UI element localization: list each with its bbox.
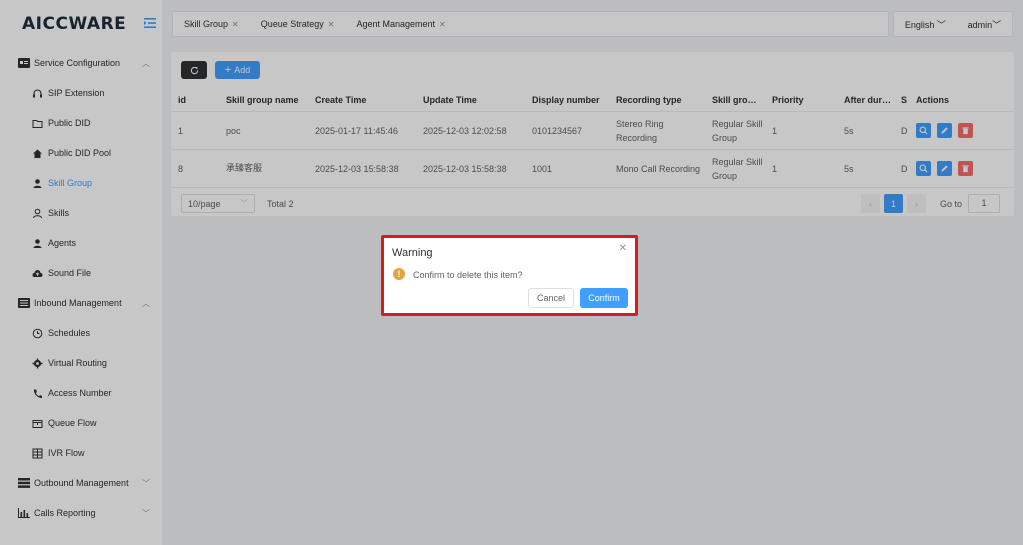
confirm-button[interactable]: Confirm [580,288,628,308]
dialog-message: Confirm to delete this item? [413,270,523,280]
cancel-button[interactable]: Cancel [528,288,574,308]
warning-dialog: Warning ✕ ! Confirm to delete this item?… [381,235,638,316]
dialog-title: Warning [392,247,433,259]
close-icon[interactable]: ✕ [619,243,627,254]
warning-icon: ! [393,268,405,280]
